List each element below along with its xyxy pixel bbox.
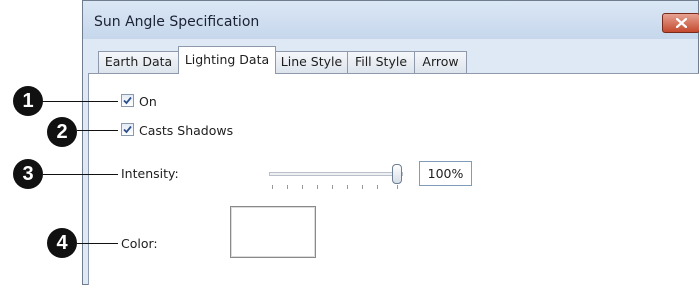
callout-1: 1 xyxy=(13,86,43,116)
slider-tick xyxy=(302,185,303,189)
tab-lighting-data[interactable]: Lighting Data xyxy=(178,46,276,74)
on-checkbox[interactable] xyxy=(121,94,134,107)
slider-tick xyxy=(332,185,333,189)
dialog-title: Sun Angle Specification xyxy=(94,14,260,30)
callout-3: 3 xyxy=(13,159,43,189)
tab-line-style[interactable]: Line Style xyxy=(275,51,348,73)
sun-angle-dialog: Sun Angle Specification Earth Data Light… xyxy=(82,0,699,285)
callout-1-leader xyxy=(43,101,118,102)
tab-earth-data[interactable]: Earth Data xyxy=(98,51,179,73)
slider-tick xyxy=(362,185,363,189)
callout-4-leader xyxy=(77,243,118,244)
casts-shadows-checkbox[interactable] xyxy=(121,123,134,136)
callout-2: 2 xyxy=(47,117,77,147)
intensity-slider-thumb[interactable] xyxy=(392,164,402,184)
slider-tick xyxy=(287,185,288,189)
callout-3-leader xyxy=(43,174,118,175)
checkmark-icon xyxy=(123,125,132,134)
title-bar: Sun Angle Specification xyxy=(83,1,699,39)
tab-arrow[interactable]: Arrow xyxy=(414,51,467,73)
callout-4: 4 xyxy=(47,228,77,258)
callout-2-leader xyxy=(77,130,118,131)
slider-tick xyxy=(347,185,348,189)
color-swatch-button[interactable] xyxy=(230,206,316,258)
intensity-slider-track[interactable] xyxy=(269,172,403,176)
checkmark-icon xyxy=(123,96,132,105)
close-button[interactable] xyxy=(662,13,699,33)
casts-shadows-label: Casts Shadows xyxy=(139,123,234,138)
intensity-value-input[interactable]: 100% xyxy=(419,161,472,186)
tab-fill-style[interactable]: Fill Style xyxy=(347,51,415,73)
slider-tick xyxy=(397,185,398,189)
on-label: On xyxy=(139,94,157,109)
slider-tick xyxy=(317,185,318,189)
intensity-label: Intensity: xyxy=(121,166,179,181)
close-icon xyxy=(676,18,687,28)
slider-tick xyxy=(377,185,378,189)
color-label: Color: xyxy=(121,236,158,251)
slider-tick xyxy=(272,185,273,189)
